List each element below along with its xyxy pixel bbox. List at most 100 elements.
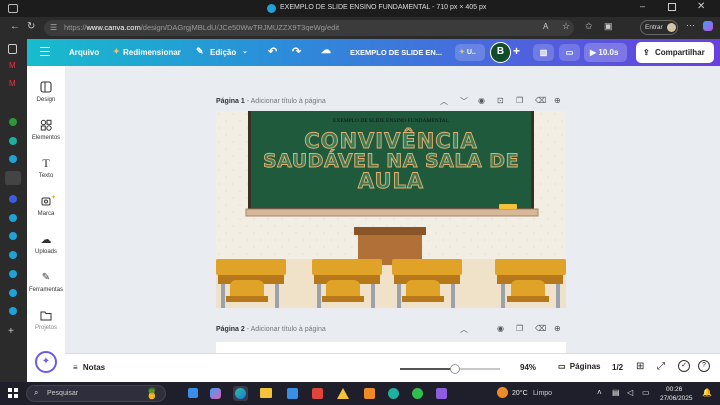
- whatsapp-icon[interactable]: [412, 388, 423, 399]
- copilot-icon[interactable]: [703, 21, 713, 31]
- user-avatar[interactable]: B: [490, 42, 511, 63]
- edit-menu[interactable]: Edição: [210, 48, 236, 57]
- comments-icon[interactable]: ▭: [559, 44, 580, 61]
- profile-button[interactable]: Entrar: [640, 20, 678, 35]
- sidebar-toggle-icon[interactable]: [8, 4, 18, 13]
- slide-2[interactable]: [216, 342, 566, 353]
- help-icon[interactable]: ?: [698, 360, 710, 372]
- eye-icon[interactable]: ◉: [497, 324, 507, 334]
- duplicate-icon[interactable]: ❐: [516, 324, 526, 334]
- url-field[interactable]: ☰ https://www.canva.com/design/DAGrgjMBL…: [44, 20, 574, 36]
- copilot-app-icon[interactable]: [210, 388, 221, 399]
- battery-icon[interactable]: ▭: [642, 388, 650, 397]
- lock-icon[interactable]: ⊡: [497, 96, 507, 106]
- zoom-level[interactable]: 94%: [520, 363, 536, 372]
- notifications-icon[interactable]: 🔔: [702, 388, 712, 397]
- tab-icon[interactable]: [8, 44, 17, 54]
- document-title[interactable]: EXEMPLO DE SLIDE EN...: [350, 48, 442, 57]
- refresh-icon[interactable]: ↻: [27, 21, 35, 32]
- undo-icon[interactable]: ↶: [268, 45, 277, 58]
- tab-icon-canva-8[interactable]: [9, 307, 17, 315]
- tab-icon-teal[interactable]: [9, 137, 17, 145]
- fullscreen-icon[interactable]: ⤢: [657, 361, 665, 372]
- weather-desc[interactable]: Limpo: [533, 390, 552, 397]
- taskbar-search-box[interactable]: ⌕ Pesquisar 🍍: [26, 385, 166, 402]
- add-page-icon[interactable]: ⊕: [554, 96, 564, 106]
- page-title-input[interactable]: - Adicionar título à página: [247, 98, 326, 105]
- back-icon[interactable]: ←: [10, 21, 20, 32]
- tab-actions-icon[interactable]: ▣: [604, 21, 613, 32]
- tab-icon-canva-5[interactable]: [9, 251, 17, 259]
- sidebar-item-tools[interactable]: ✎ Ferramentas: [27, 270, 65, 294]
- tab-icon-canva-2[interactable]: [9, 195, 17, 203]
- sidebar-item-text[interactable]: T Texto: [27, 156, 65, 180]
- google-drive-icon[interactable]: [337, 388, 349, 399]
- task-view-icon[interactable]: [188, 388, 198, 398]
- gmail-tab-icon-2[interactable]: M: [9, 79, 16, 88]
- sidebar-item-uploads[interactable]: ☁ Uploads: [27, 232, 65, 256]
- main-menu-icon[interactable]: [40, 47, 50, 56]
- share-button[interactable]: ⇪ Compartilhar: [636, 42, 714, 63]
- show-hidden-icons[interactable]: ˄: [597, 388, 602, 397]
- page-title-input[interactable]: - Adicionar título à página: [247, 326, 326, 333]
- add-collaborator-icon[interactable]: +: [513, 44, 520, 58]
- active-tab-canva-icon[interactable]: [5, 171, 21, 185]
- edge-app-icon[interactable]: [233, 386, 248, 401]
- duplicate-icon[interactable]: ❐: [516, 96, 526, 106]
- sidebar-item-projects[interactable]: Projetos: [27, 308, 65, 331]
- volume-icon[interactable]: ◁: [627, 388, 633, 397]
- more-options-icon[interactable]: ⋯: [686, 20, 695, 31]
- slide-header-text[interactable]: EXEMPLO DE SLIDE ENSINO FUNDAMENTAL: [251, 118, 531, 124]
- slide-1[interactable]: EXEMPLO DE SLIDE ENSINO FUNDAMENTAL CONV…: [216, 111, 566, 308]
- tab-icon-canva-7[interactable]: [9, 289, 17, 297]
- pages-button[interactable]: ▭ Páginas: [558, 362, 600, 371]
- site-info-icon[interactable]: ☰: [50, 20, 57, 36]
- trash-icon[interactable]: ⌫: [535, 96, 546, 106]
- app-icon-purple[interactable]: [436, 388, 447, 399]
- network-icon[interactable]: ▤: [612, 388, 620, 397]
- add-page-icon[interactable]: ⊕: [554, 324, 564, 334]
- cloud-save-icon[interactable]: ☁: [321, 45, 331, 56]
- windows-start-icon[interactable]: [8, 388, 18, 398]
- app-icon-orange[interactable]: [364, 388, 375, 399]
- clock-date[interactable]: 27/06/2025: [660, 395, 693, 402]
- upgrade-button[interactable]: ✦ U..: [455, 44, 485, 61]
- weather-temp[interactable]: 20°C: [512, 390, 528, 397]
- file-menu[interactable]: Arquivo: [69, 48, 99, 57]
- notes-button[interactable]: ≡ Notas: [73, 363, 105, 372]
- magic-assistant-button[interactable]: ✦: [35, 351, 57, 373]
- app-icon-red[interactable]: [312, 388, 323, 399]
- tab-icon-green[interactable]: [9, 118, 17, 126]
- analytics-icon[interactable]: ▥: [533, 44, 554, 61]
- zoom-slider[interactable]: [400, 364, 500, 374]
- chevron-up-icon[interactable]: ︿: [460, 324, 470, 334]
- chevron-down-icon[interactable]: ﹀: [460, 96, 470, 106]
- sidebar-item-design[interactable]: Design: [27, 80, 65, 103]
- file-explorer-icon[interactable]: [260, 388, 272, 398]
- favorites-icon[interactable]: ✩: [585, 21, 593, 32]
- eye-icon[interactable]: ◉: [478, 96, 488, 106]
- sidebar-item-brand[interactable]: ✦ Marca: [27, 194, 65, 217]
- clock-time[interactable]: 00:26: [666, 386, 682, 393]
- read-aloud-icon[interactable]: A: [543, 22, 548, 31]
- new-tab-icon[interactable]: +: [8, 326, 14, 337]
- favorite-star-icon[interactable]: ☆: [562, 21, 570, 32]
- check-icon[interactable]: ✓: [678, 360, 690, 372]
- grid-view-icon[interactable]: ⊞: [636, 361, 644, 372]
- store-app-icon[interactable]: [287, 388, 298, 399]
- present-button[interactable]: ▶ 10.0s: [584, 43, 627, 62]
- zoom-slider-handle[interactable]: [450, 364, 460, 374]
- tab-icon-canva-3[interactable]: [9, 214, 17, 222]
- tab-icon-blue[interactable]: [9, 155, 17, 163]
- redo-icon[interactable]: ↷: [292, 45, 301, 58]
- app-icon-teal[interactable]: [388, 388, 399, 399]
- sidebar-item-elements[interactable]: Elementos: [27, 118, 65, 141]
- resize-menu[interactable]: Redimensionar: [123, 48, 181, 57]
- gmail-tab-icon[interactable]: M: [9, 61, 16, 70]
- slide-title[interactable]: CONVIVÊNCIA SAUDÁVEL NA SALA DE AULA: [251, 130, 531, 192]
- chevron-up-icon[interactable]: ︿: [440, 96, 450, 106]
- trash-icon[interactable]: ⌫: [535, 324, 546, 334]
- minimize-button[interactable]: –: [640, 1, 654, 15]
- tab-icon-canva-4[interactable]: [9, 232, 17, 240]
- close-window-button[interactable]: ✕: [697, 1, 705, 12]
